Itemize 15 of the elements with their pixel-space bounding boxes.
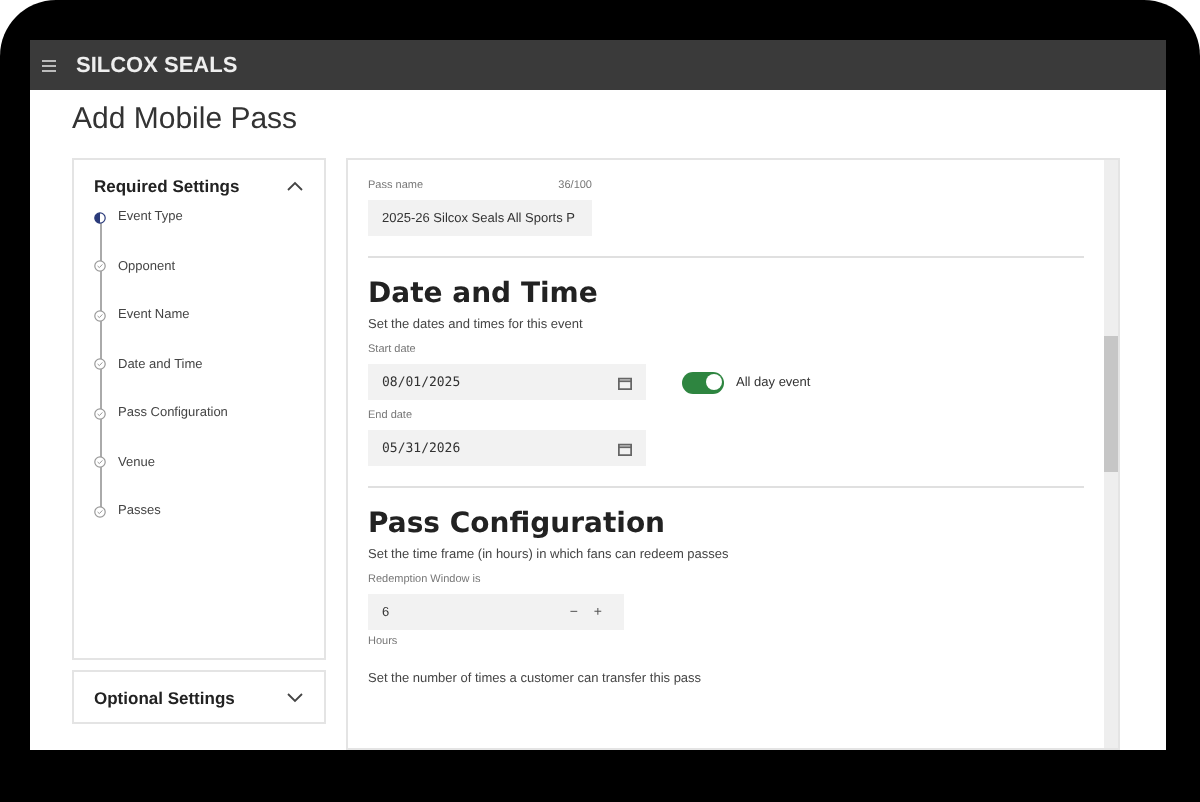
calendar-icon[interactable] (618, 375, 632, 389)
menu-icon[interactable] (42, 59, 56, 71)
chevron-icon[interactable] (286, 692, 304, 704)
page-title: Add Mobile Pass (70, 100, 300, 140)
optional-settings-panel[interactable]: Optional Settings (72, 670, 326, 724)
chevron-icon[interactable] (286, 180, 304, 192)
scrollbar-thumb[interactable] (1104, 336, 1118, 472)
section-heading: Pass Configuration (368, 508, 668, 540)
brand-name: SILCOX SEALS (76, 53, 238, 77)
scrollbar[interactable] (1104, 160, 1118, 748)
section-heading: Date and Time (368, 278, 600, 310)
calendar-icon[interactable] (618, 441, 632, 455)
panel-title: Optional Settings (94, 688, 235, 708)
panel-title: Required Settings (94, 176, 240, 196)
toggle-switch[interactable] (682, 371, 724, 393)
